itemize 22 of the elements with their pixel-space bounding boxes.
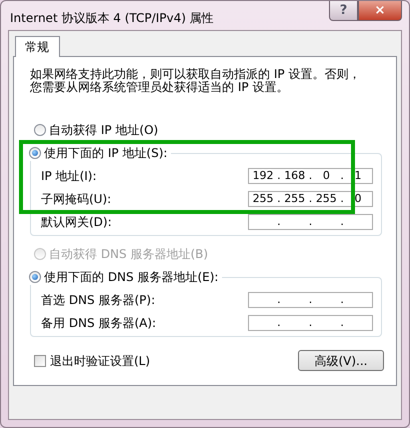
field-label: 默认网关(D):	[41, 214, 113, 230]
ip-address-field[interactable]: . . .	[248, 292, 373, 308]
field-label: 子网掩码(U):	[41, 190, 112, 208]
ip-address-field[interactable]: . . .	[248, 314, 373, 330]
radio-button[interactable]	[29, 271, 41, 283]
radio-button[interactable]	[34, 124, 46, 136]
ip-address-field[interactable]: . . .	[248, 214, 373, 230]
advanced-button[interactable]: 高级(V)...	[298, 350, 384, 371]
field-label: 首选 DNS 服务器(P):	[41, 292, 156, 308]
field-label: IP 地址(I):	[41, 168, 98, 184]
tab[interactable]: 常规	[15, 36, 60, 57]
radio-option[interactable]: 使用下面的 DNS 服务器地址(E):	[29, 269, 222, 285]
checkbox-label: 退出时验证设置(L)	[50, 352, 150, 370]
description-text: 如果网络支持此功能，则可以获取自动指派的 IP 设置。否则，您需要从网络系统管理员处获得适当的 IP 设置。	[30, 68, 362, 94]
ip-address-field[interactable]: 192 . 168 . 0 . 1	[248, 168, 373, 184]
checkbox[interactable]	[34, 354, 46, 366]
field-label: 备用 DNS 服务器(A):	[41, 314, 158, 332]
help-button[interactable]: ?	[329, 1, 358, 21]
window-title: Internet 协议版本 4 (TCP/IPv4) 属性	[9, 10, 215, 27]
radio-option[interactable]: 使用下面的 IP 地址(S):	[29, 145, 172, 161]
ip-address-field[interactable]: 255 . 255 . 255 . 0	[248, 190, 373, 206]
radio-button[interactable]	[29, 147, 41, 159]
